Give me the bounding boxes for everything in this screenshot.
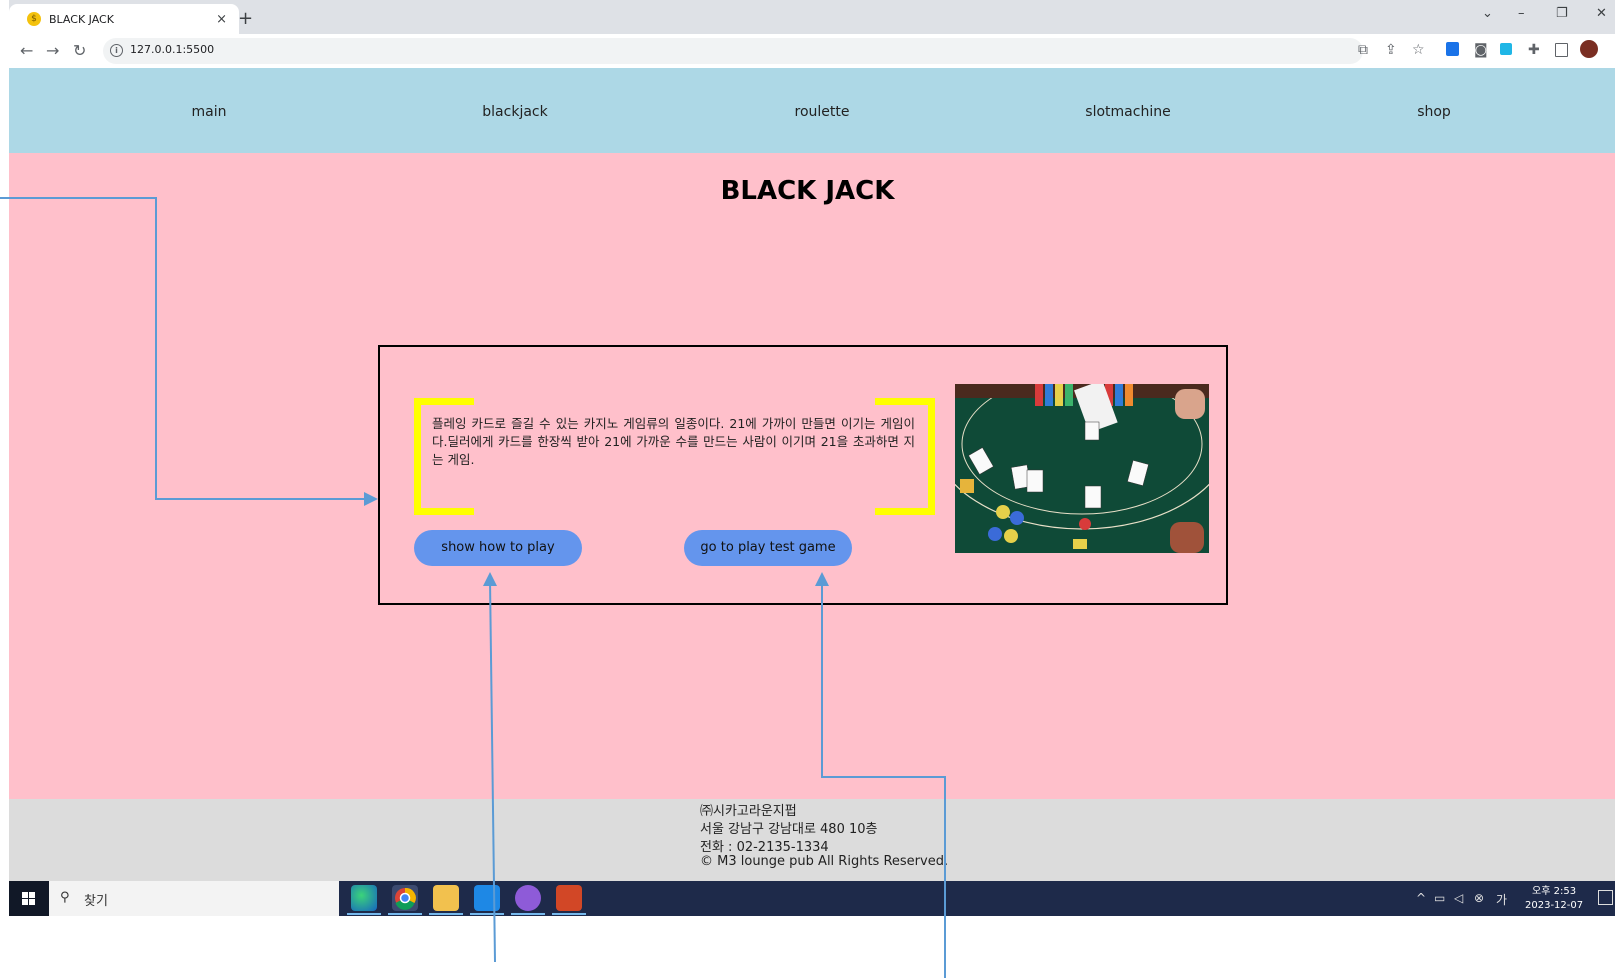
- app-active-indicator: [552, 913, 586, 915]
- start-button[interactable]: [9, 881, 49, 916]
- chrome-icon[interactable]: [392, 885, 418, 911]
- notification-icon[interactable]: [1598, 890, 1613, 905]
- address-bar[interactable]: [103, 38, 1363, 64]
- download-extension-icon[interactable]: [1446, 42, 1459, 56]
- restore-icon[interactable]: ❐: [1556, 6, 1568, 21]
- nav-item-slotmachine[interactable]: slotmachine: [1085, 104, 1170, 120]
- network-icon[interactable]: ▭: [1434, 891, 1445, 905]
- vscode-icon[interactable]: [474, 885, 500, 911]
- tray-date: 2023-12-07: [1525, 900, 1584, 911]
- edge-icon[interactable]: [351, 885, 377, 911]
- bookmark-star-icon[interactable]: ☆: [1412, 42, 1425, 58]
- extension-icon[interactable]: [1500, 43, 1512, 55]
- tray-clock[interactable]: 오후 2:53 2023-12-07: [1525, 885, 1583, 913]
- github-icon[interactable]: [515, 885, 541, 911]
- footer-copyright: © M3 lounge pub All Rights Reserved.: [700, 854, 949, 869]
- search-icon: ⚲: [60, 890, 70, 905]
- footer-address: 서울 강남구 강남대로 480 10층: [700, 822, 878, 837]
- tab-favicon-icon: $: [27, 12, 41, 26]
- new-tab-icon[interactable]: +: [238, 8, 253, 29]
- minimize-icon[interactable]: –: [1518, 6, 1525, 21]
- page-title: BLACK JACK: [720, 176, 895, 206]
- show-how-to-play-button[interactable]: show how to play: [414, 530, 582, 566]
- tab-search-icon[interactable]: ⌄: [1482, 6, 1493, 21]
- status-icon[interactable]: ⊗: [1474, 891, 1484, 905]
- site-info-icon[interactable]: i: [110, 44, 123, 57]
- footer-phone: 전화 : 02-2135-1334: [700, 840, 829, 855]
- tab-close-icon[interactable]: ×: [216, 12, 227, 27]
- footer-company: ㈜시카고라운지펍: [700, 804, 797, 819]
- tab-title: BLACK JACK: [49, 12, 114, 26]
- file-explorer-icon[interactable]: [433, 885, 459, 911]
- nav-item-blackjack[interactable]: blackjack: [482, 104, 547, 120]
- game-description: 플레잉 카드로 즐길 수 있는 카지노 게임류의 일종이다. 21에 가까이 만…: [432, 416, 915, 467]
- volume-icon[interactable]: ◁: [1454, 891, 1463, 905]
- play-test-game-button[interactable]: go to play test game: [684, 530, 852, 566]
- app-active-indicator: [511, 913, 545, 915]
- app-active-indicator: [388, 913, 422, 915]
- forward-icon[interactable]: →: [46, 41, 59, 60]
- app-active-indicator: [470, 913, 504, 915]
- camera-extension-icon[interactable]: ◙: [1474, 42, 1488, 58]
- extensions-puzzle-icon[interactable]: ✚: [1528, 42, 1540, 58]
- app-active-indicator: [429, 913, 463, 915]
- tray-expand-icon[interactable]: ^: [1416, 891, 1426, 905]
- blackjack-table-image: [955, 384, 1209, 553]
- translate-icon[interactable]: ⧉: [1358, 42, 1368, 58]
- profile-avatar[interactable]: [1580, 40, 1598, 58]
- side-panel-icon[interactable]: [1555, 43, 1568, 57]
- reload-icon[interactable]: ↻: [73, 41, 86, 60]
- share-icon[interactable]: ⇪: [1385, 42, 1397, 58]
- back-icon[interactable]: ←: [20, 41, 33, 60]
- ime-icon[interactable]: 가: [1496, 891, 1507, 908]
- close-window-icon[interactable]: ✕: [1596, 6, 1607, 21]
- browser-tab[interactable]: $ BLACK JACK ×: [9, 4, 239, 34]
- tray-time: 오후 2:53: [1532, 886, 1577, 897]
- url-text[interactable]: 127.0.0.1:5500: [130, 43, 214, 56]
- app-active-indicator: [347, 913, 381, 915]
- taskbar-search-placeholder[interactable]: 찾기: [84, 890, 108, 909]
- nav-item-roulette[interactable]: roulette: [795, 104, 850, 120]
- nav-item-main[interactable]: main: [192, 104, 227, 120]
- powerpoint-icon[interactable]: [556, 885, 582, 911]
- nav-item-shop[interactable]: shop: [1417, 104, 1451, 120]
- top-nav: main blackjack roulette slotmachine shop: [9, 68, 1615, 153]
